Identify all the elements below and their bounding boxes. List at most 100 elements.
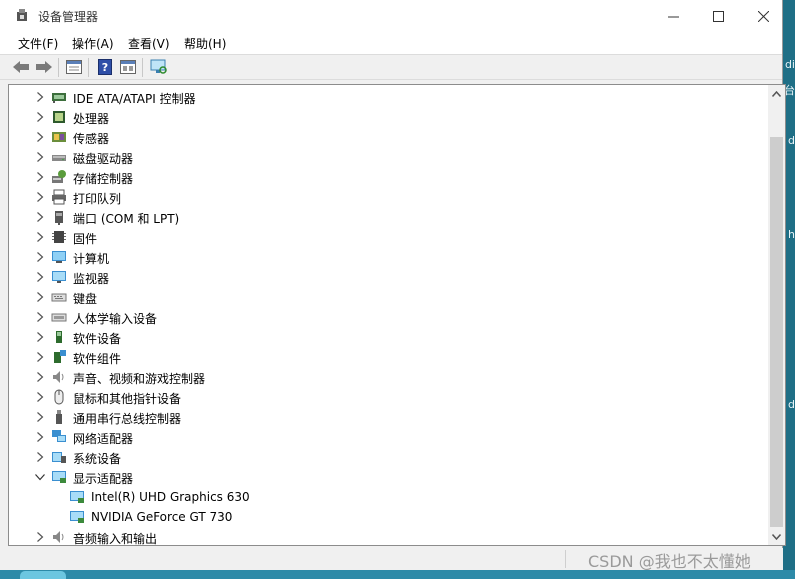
tree-item-label: 音频输入和输出: [73, 532, 158, 546]
back-arrow-icon: [13, 61, 29, 73]
device-manager-icon: [17, 9, 27, 21]
menu-help[interactable]: 帮助(H): [184, 35, 226, 52]
menu-view[interactable]: 查看(V): [128, 35, 170, 52]
view-icon: [120, 60, 136, 74]
expand-toggle[interactable]: [33, 189, 47, 205]
desktop-fragment-4: h: [788, 228, 795, 241]
scroll-down-button[interactable]: [768, 528, 785, 545]
tree-category-item[interactable]: 打印队列: [9, 187, 769, 207]
tree-category-item[interactable]: 声音、视频和游戏控制器: [9, 367, 769, 387]
desktop-fragment-3: d: [788, 134, 795, 147]
tree-item-label: 网络适配器: [73, 432, 134, 446]
view-button[interactable]: [118, 58, 138, 76]
expand-toggle[interactable]: [33, 269, 47, 285]
expand-toggle[interactable]: [33, 409, 47, 425]
forward-button[interactable]: [34, 58, 54, 76]
chevron-right-icon: [36, 92, 43, 102]
port-icon: [55, 211, 63, 225]
computer-icon: [52, 251, 66, 263]
menu-file[interactable]: 文件(F): [18, 35, 58, 52]
tree-category-item[interactable]: 固件: [9, 227, 769, 247]
tree-item-label: 传感器: [73, 132, 110, 146]
speaker-icon: [53, 531, 64, 543]
chevron-right-icon: [36, 432, 43, 442]
tree-category-item[interactable]: 传感器: [9, 127, 769, 147]
tree-item-label: 固件: [73, 232, 98, 246]
tree-category-item[interactable]: 处理器: [9, 107, 769, 127]
chevron-right-icon: [36, 532, 43, 542]
chevron-right-icon: [36, 312, 43, 322]
tree-category-item[interactable]: 监视器: [9, 267, 769, 287]
help-button[interactable]: ?: [95, 58, 115, 76]
tree-category-item[interactable]: 端口 (COM 和 LPT): [9, 207, 769, 227]
expand-toggle[interactable]: [33, 529, 47, 545]
expand-toggle[interactable]: [33, 469, 47, 485]
expand-toggle[interactable]: [33, 369, 47, 385]
tree-category-item[interactable]: 网络适配器: [9, 427, 769, 447]
tree-child-item[interactable]: Intel(R) UHD Graphics 630: [9, 487, 769, 507]
tree-category-item[interactable]: 显示适配器: [9, 467, 769, 487]
taskbar-item[interactable]: [20, 571, 66, 579]
expand-toggle[interactable]: [33, 109, 47, 125]
expand-toggle[interactable]: [33, 149, 47, 165]
tree-item-label: 声音、视频和游戏控制器: [73, 372, 206, 386]
tree-category-item[interactable]: 鼠标和其他指针设备: [9, 387, 769, 407]
expand-toggle[interactable]: [33, 289, 47, 305]
minimize-icon: [667, 16, 679, 17]
title-bar[interactable]: 设备管理器: [0, 0, 782, 32]
tree-item-label: 打印队列: [73, 192, 122, 206]
tree-category-item[interactable]: 计算机: [9, 247, 769, 267]
tree-category-item[interactable]: 键盘: [9, 287, 769, 307]
properties-button[interactable]: [64, 58, 84, 76]
svg-text:?: ?: [102, 61, 108, 74]
tree-category-item[interactable]: 磁盘驱动器: [9, 147, 769, 167]
expand-toggle[interactable]: [33, 429, 47, 445]
tree-category-item[interactable]: 软件设备: [9, 327, 769, 347]
vertical-scrollbar[interactable]: [768, 85, 785, 545]
scroll-thumb[interactable]: [770, 137, 783, 527]
tree-category-item[interactable]: 通用串行总线控制器: [9, 407, 769, 427]
tree-category-item[interactable]: IDE ATA/ATAPI 控制器: [9, 87, 769, 107]
tree-item-label: 计算机: [73, 252, 110, 266]
toolbar-separator: [142, 58, 143, 77]
display-adapter-icon: [70, 491, 84, 503]
tree-category-item[interactable]: 系统设备: [9, 447, 769, 467]
expand-toggle[interactable]: [33, 209, 47, 225]
tree-category-item[interactable]: 音频输入和输出: [9, 527, 769, 546]
tree-category-item[interactable]: 人体学输入设备: [9, 307, 769, 327]
display-adapter-icon: [52, 471, 66, 483]
tree-item-label: 端口 (COM 和 LPT): [73, 212, 180, 226]
chevron-right-icon: [36, 352, 43, 362]
expand-toggle[interactable]: [33, 309, 47, 325]
storage-controller-icon: [52, 170, 66, 183]
maximize-button[interactable]: [695, 0, 741, 32]
expand-toggle[interactable]: [33, 229, 47, 245]
expand-toggle[interactable]: [33, 329, 47, 345]
chevron-right-icon: [36, 212, 43, 222]
watermark: CSDN @我也不太懂她: [588, 552, 751, 571]
menu-bar: 文件(F) 操作(A) 查看(V) 帮助(H): [0, 32, 782, 54]
expand-toggle[interactable]: [33, 129, 47, 145]
close-button[interactable]: [740, 0, 786, 32]
expand-toggle[interactable]: [33, 89, 47, 105]
display-adapter-icon: [70, 511, 84, 523]
speaker-icon: [53, 371, 64, 383]
scroll-up-button[interactable]: [768, 85, 785, 102]
software-device-icon: [56, 331, 62, 343]
minimize-button[interactable]: [650, 0, 696, 32]
keyboard-icon: [51, 293, 67, 302]
tree-child-item[interactable]: NVIDIA GeForce GT 730: [9, 507, 769, 527]
expand-toggle[interactable]: [33, 349, 47, 365]
back-button[interactable]: [11, 58, 31, 76]
expand-toggle[interactable]: [33, 249, 47, 265]
tree-category-item[interactable]: 软件组件: [9, 347, 769, 367]
expand-toggle[interactable]: [33, 169, 47, 185]
tree-category-item[interactable]: 存储控制器: [9, 167, 769, 187]
tree-item-label: 系统设备: [73, 452, 122, 466]
chevron-right-icon: [36, 132, 43, 142]
menu-action[interactable]: 操作(A): [72, 35, 114, 52]
scan-hardware-button[interactable]: [149, 58, 169, 76]
expand-toggle[interactable]: [33, 389, 47, 405]
status-separator: [565, 550, 566, 568]
expand-toggle[interactable]: [33, 449, 47, 465]
